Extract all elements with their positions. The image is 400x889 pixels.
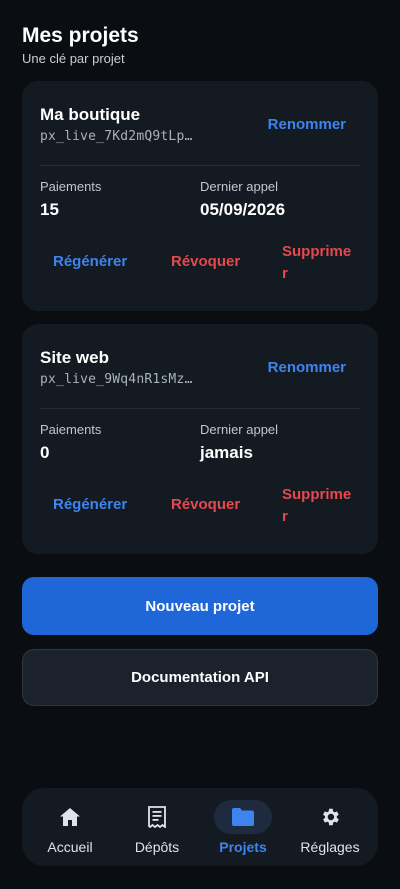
rename-button[interactable]: Renommer xyxy=(268,116,346,133)
last-call-label: Dernier appel xyxy=(200,179,279,194)
tab-settings[interactable]: Réglages xyxy=(290,788,370,866)
page-header: Mes projets Une clé par projet xyxy=(22,22,139,66)
regenerate-button[interactable]: Régénérer xyxy=(53,494,127,516)
project-card: Ma boutique px_live_7Kd2mQ9tLp… Renommer… xyxy=(22,81,378,311)
payments-value: 0 xyxy=(40,443,50,462)
tab-label: Projets xyxy=(219,839,267,855)
last-call-stat: Dernier appel jamais xyxy=(200,422,278,463)
delete-button[interactable]: Supprimer xyxy=(282,241,354,285)
last-call-value: 05/09/2026 xyxy=(200,200,286,219)
tab-deposits[interactable]: Dépôts xyxy=(117,788,197,866)
last-call-value: jamais xyxy=(200,443,253,462)
last-call-stat: Dernier appel 05/09/2026 xyxy=(200,179,285,220)
tab-label: Réglages xyxy=(300,839,360,855)
page-subtitle: Une clé par projet xyxy=(22,51,125,66)
delete-button[interactable]: Supprimer xyxy=(282,484,354,528)
divider xyxy=(40,165,360,166)
rename-button[interactable]: Renommer xyxy=(268,359,346,376)
payments-stat: Paiements 15 xyxy=(40,179,101,220)
tab-label: Accueil xyxy=(47,839,93,855)
gear-icon xyxy=(301,800,359,834)
project-actions: Régénérer Révoquer Supprimer xyxy=(22,484,378,534)
tab-home[interactable]: Accueil xyxy=(30,788,110,866)
api-docs-button[interactable]: Documentation API xyxy=(22,649,378,706)
tab-label: Dépôts xyxy=(134,839,180,855)
page-title: Mes projets xyxy=(22,24,139,47)
payments-stat: Paiements 0 xyxy=(40,422,101,463)
revoke-button[interactable]: Révoquer xyxy=(171,494,240,516)
home-icon xyxy=(41,800,99,834)
revoke-button[interactable]: Révoquer xyxy=(171,251,240,273)
project-actions: Régénérer Révoquer Supprimer xyxy=(22,241,378,291)
last-call-label: Dernier appel xyxy=(200,422,279,437)
regenerate-button[interactable]: Régénérer xyxy=(53,251,127,273)
api-key: px_live_7Kd2mQ9tLp… xyxy=(40,129,193,144)
project-card-header: Site web px_live_9Wq4nR1sMz… Renommer xyxy=(40,324,360,408)
project-name: Ma boutique xyxy=(40,105,141,124)
project-name: Site web xyxy=(40,348,109,367)
tab-projects[interactable]: Projets xyxy=(203,788,283,866)
project-card: Site web px_live_9Wq4nR1sMz… Renommer Pa… xyxy=(22,324,378,554)
bottom-tab-bar: Accueil Dépôts Projets Réglages xyxy=(22,788,378,866)
payments-label: Paiements xyxy=(40,179,102,194)
receipt-icon xyxy=(128,800,186,834)
payments-value: 15 xyxy=(40,200,59,219)
project-card-header: Ma boutique px_live_7Kd2mQ9tLp… Renommer xyxy=(40,81,360,165)
payments-label: Paiements xyxy=(40,422,102,437)
divider xyxy=(40,408,360,409)
folder-icon xyxy=(214,800,272,834)
new-project-button[interactable]: Nouveau projet xyxy=(22,577,378,635)
api-key: px_live_9Wq4nR1sMz… xyxy=(40,372,193,387)
